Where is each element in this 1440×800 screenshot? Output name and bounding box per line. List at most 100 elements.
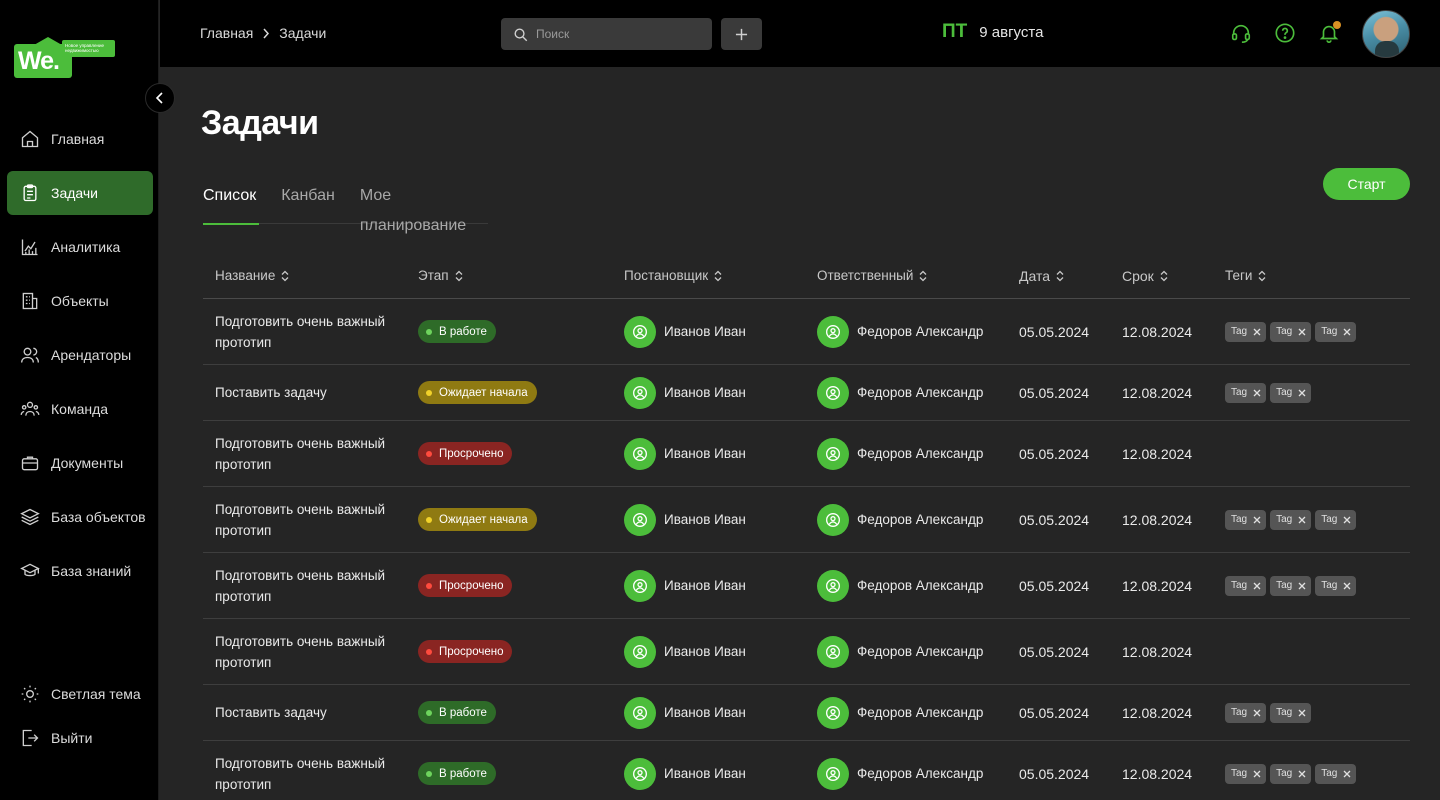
sidebar-item-knowledge-base[interactable]: База знаний xyxy=(7,549,153,593)
tag-remove-button[interactable] xyxy=(1298,770,1306,778)
tag-remove-button[interactable] xyxy=(1253,389,1261,397)
tag-chip[interactable]: Tag xyxy=(1225,763,1267,784)
user-icon xyxy=(826,578,840,593)
tab-list[interactable]: Список xyxy=(203,181,260,225)
tag-chip[interactable]: Tag xyxy=(1315,763,1357,784)
stage-badge[interactable]: Ожидает начала xyxy=(418,381,537,404)
tag-remove-button[interactable] xyxy=(1253,516,1261,524)
notifications-button[interactable] xyxy=(1318,21,1341,44)
column-name-header[interactable]: Название xyxy=(203,265,418,286)
tag-remove-button[interactable] xyxy=(1298,516,1306,524)
search-input[interactable]: Поиск xyxy=(501,18,712,50)
task-name[interactable]: Подготовить очень важный прототип xyxy=(203,753,418,795)
author-avatar xyxy=(624,569,656,602)
task-name[interactable]: Подготовить очень важный прототип xyxy=(203,499,418,541)
add-button[interactable] xyxy=(721,18,762,50)
table-row[interactable]: Подготовить очень важный прототип Ожидает… xyxy=(203,487,1410,553)
sidebar-item-home[interactable]: Главная xyxy=(7,117,153,161)
tag-chip[interactable]: Tag xyxy=(1315,575,1357,596)
table-row[interactable]: Поставить задачу Ожидает начала Иванов Ива… xyxy=(203,365,1410,421)
logout-button[interactable]: Выйти xyxy=(7,716,153,760)
user-icon xyxy=(633,385,647,400)
sidebar-item-objects-base[interactable]: База объектов xyxy=(7,495,153,539)
sidebar-item-tasks[interactable]: Задачи xyxy=(7,171,153,215)
tag-chip[interactable]: Tag xyxy=(1270,575,1312,596)
tag-chip[interactable]: Tag xyxy=(1270,382,1312,403)
tag-chip[interactable]: Tag xyxy=(1315,509,1357,530)
tag-chip[interactable]: Tag xyxy=(1270,509,1312,530)
column-date-header[interactable]: Дата xyxy=(1019,268,1122,284)
sidebar-item-analytics[interactable]: Аналитика xyxy=(7,225,153,269)
stage-badge[interactable]: Ожидает начала xyxy=(418,508,537,531)
author-cell: Иванов Иван xyxy=(624,757,817,790)
tag-remove-button[interactable] xyxy=(1343,328,1351,336)
tag-remove-button[interactable] xyxy=(1253,582,1261,590)
table-row[interactable]: Поставить задачу В работе Иванов Иван Федор… xyxy=(203,685,1410,741)
tab-my-planning[interactable]: Мое планирование xyxy=(360,181,466,234)
column-tags-header[interactable]: Теги xyxy=(1225,268,1410,283)
sidebar-item-documents[interactable]: Документы xyxy=(7,441,153,485)
task-name[interactable]: Подготовить очень важный прототип xyxy=(203,433,418,475)
stage-badge[interactable]: В работе xyxy=(418,701,496,724)
stage-badge[interactable]: В работе xyxy=(418,762,496,785)
tag-remove-button[interactable] xyxy=(1343,770,1351,778)
sidebar-nav: Главная Задачи Аналитика Объекты Арендат… xyxy=(7,117,153,603)
tag-remove-button[interactable] xyxy=(1343,582,1351,590)
theme-toggle[interactable]: Светлая тема xyxy=(7,672,153,716)
tag-label: Tag xyxy=(1276,707,1293,718)
tag-remove-button[interactable] xyxy=(1298,328,1306,336)
tag-remove-button[interactable] xyxy=(1343,516,1351,524)
table-row[interactable]: Подготовить очень важный прототип В работ… xyxy=(203,299,1410,365)
tag-chip[interactable]: Tag xyxy=(1270,763,1312,784)
sidebar-item-tenants[interactable]: Арендаторы xyxy=(7,333,153,377)
tag-chip[interactable]: Tag xyxy=(1270,702,1312,723)
table-row[interactable]: Подготовить очень важный прототип Просроч… xyxy=(203,619,1410,685)
sidebar-item-objects[interactable]: Объекты xyxy=(7,279,153,323)
user-avatar[interactable] xyxy=(1362,10,1410,58)
logo[interactable]: We. Новое управление недвижимостью xyxy=(14,37,116,78)
breadcrumb-home[interactable]: Главная xyxy=(200,25,253,41)
task-name[interactable]: Подготовить очень важный прототип xyxy=(203,565,418,607)
tag-remove-button[interactable] xyxy=(1298,709,1306,717)
column-author-header[interactable]: Постановщик xyxy=(624,268,817,283)
tag-chip[interactable]: Tag xyxy=(1270,321,1312,342)
stage-badge[interactable]: Просрочено xyxy=(418,640,513,663)
stage-badge[interactable]: Просрочено xyxy=(418,574,513,597)
tag-chip[interactable]: Tag xyxy=(1315,321,1357,342)
column-due-header[interactable]: Срок xyxy=(1122,268,1225,284)
task-name[interactable]: Подготовить очень важный прототип xyxy=(203,631,418,673)
status-dot xyxy=(426,389,432,396)
start-button[interactable]: Старт xyxy=(1323,168,1410,200)
stage-badge[interactable]: В работе xyxy=(418,320,496,343)
user-icon xyxy=(826,512,840,527)
notification-badge xyxy=(1333,21,1341,29)
sidebar-collapse-button[interactable] xyxy=(145,83,175,113)
stage-label: Ожидает начала xyxy=(439,386,528,399)
stage-badge[interactable]: Просрочено xyxy=(418,442,513,465)
tag-chip[interactable]: Tag xyxy=(1225,575,1267,596)
tag-remove-button[interactable] xyxy=(1253,328,1261,336)
task-name[interactable]: Поставить задачу xyxy=(203,702,418,723)
close-icon xyxy=(1298,516,1306,523)
help-button[interactable] xyxy=(1274,22,1296,44)
tag-remove-button[interactable] xyxy=(1253,770,1261,778)
tag-remove-button[interactable] xyxy=(1298,389,1306,397)
table-row[interactable]: Подготовить очень важный прототип Просроч… xyxy=(203,421,1410,487)
table-row[interactable]: Подготовить очень важный прототип Просроч… xyxy=(203,553,1410,619)
tag-chip[interactable]: Tag xyxy=(1225,702,1267,723)
tag-chip[interactable]: Tag xyxy=(1225,382,1267,403)
task-name[interactable]: Поставить задачу xyxy=(203,382,418,403)
column-header-label: Ответственный xyxy=(817,268,914,283)
tag-chip[interactable]: Tag xyxy=(1225,321,1267,342)
tag-remove-button[interactable] xyxy=(1253,709,1261,717)
column-responsible-header[interactable]: Ответственный xyxy=(817,268,1019,283)
date-cell: 05.05.2024 xyxy=(1019,765,1090,782)
support-button[interactable] xyxy=(1230,22,1252,44)
sidebar-item-team[interactable]: Команда xyxy=(7,387,153,431)
tag-chip[interactable]: Tag xyxy=(1225,509,1267,530)
tag-remove-button[interactable] xyxy=(1298,582,1306,590)
task-name[interactable]: Подготовить очень важный прототип xyxy=(203,311,418,353)
tab-kanban[interactable]: Канбан xyxy=(281,181,335,224)
column-stage-header[interactable]: Этап xyxy=(418,268,624,283)
table-row[interactable]: Подготовить очень важный прототип В работ… xyxy=(203,741,1410,800)
